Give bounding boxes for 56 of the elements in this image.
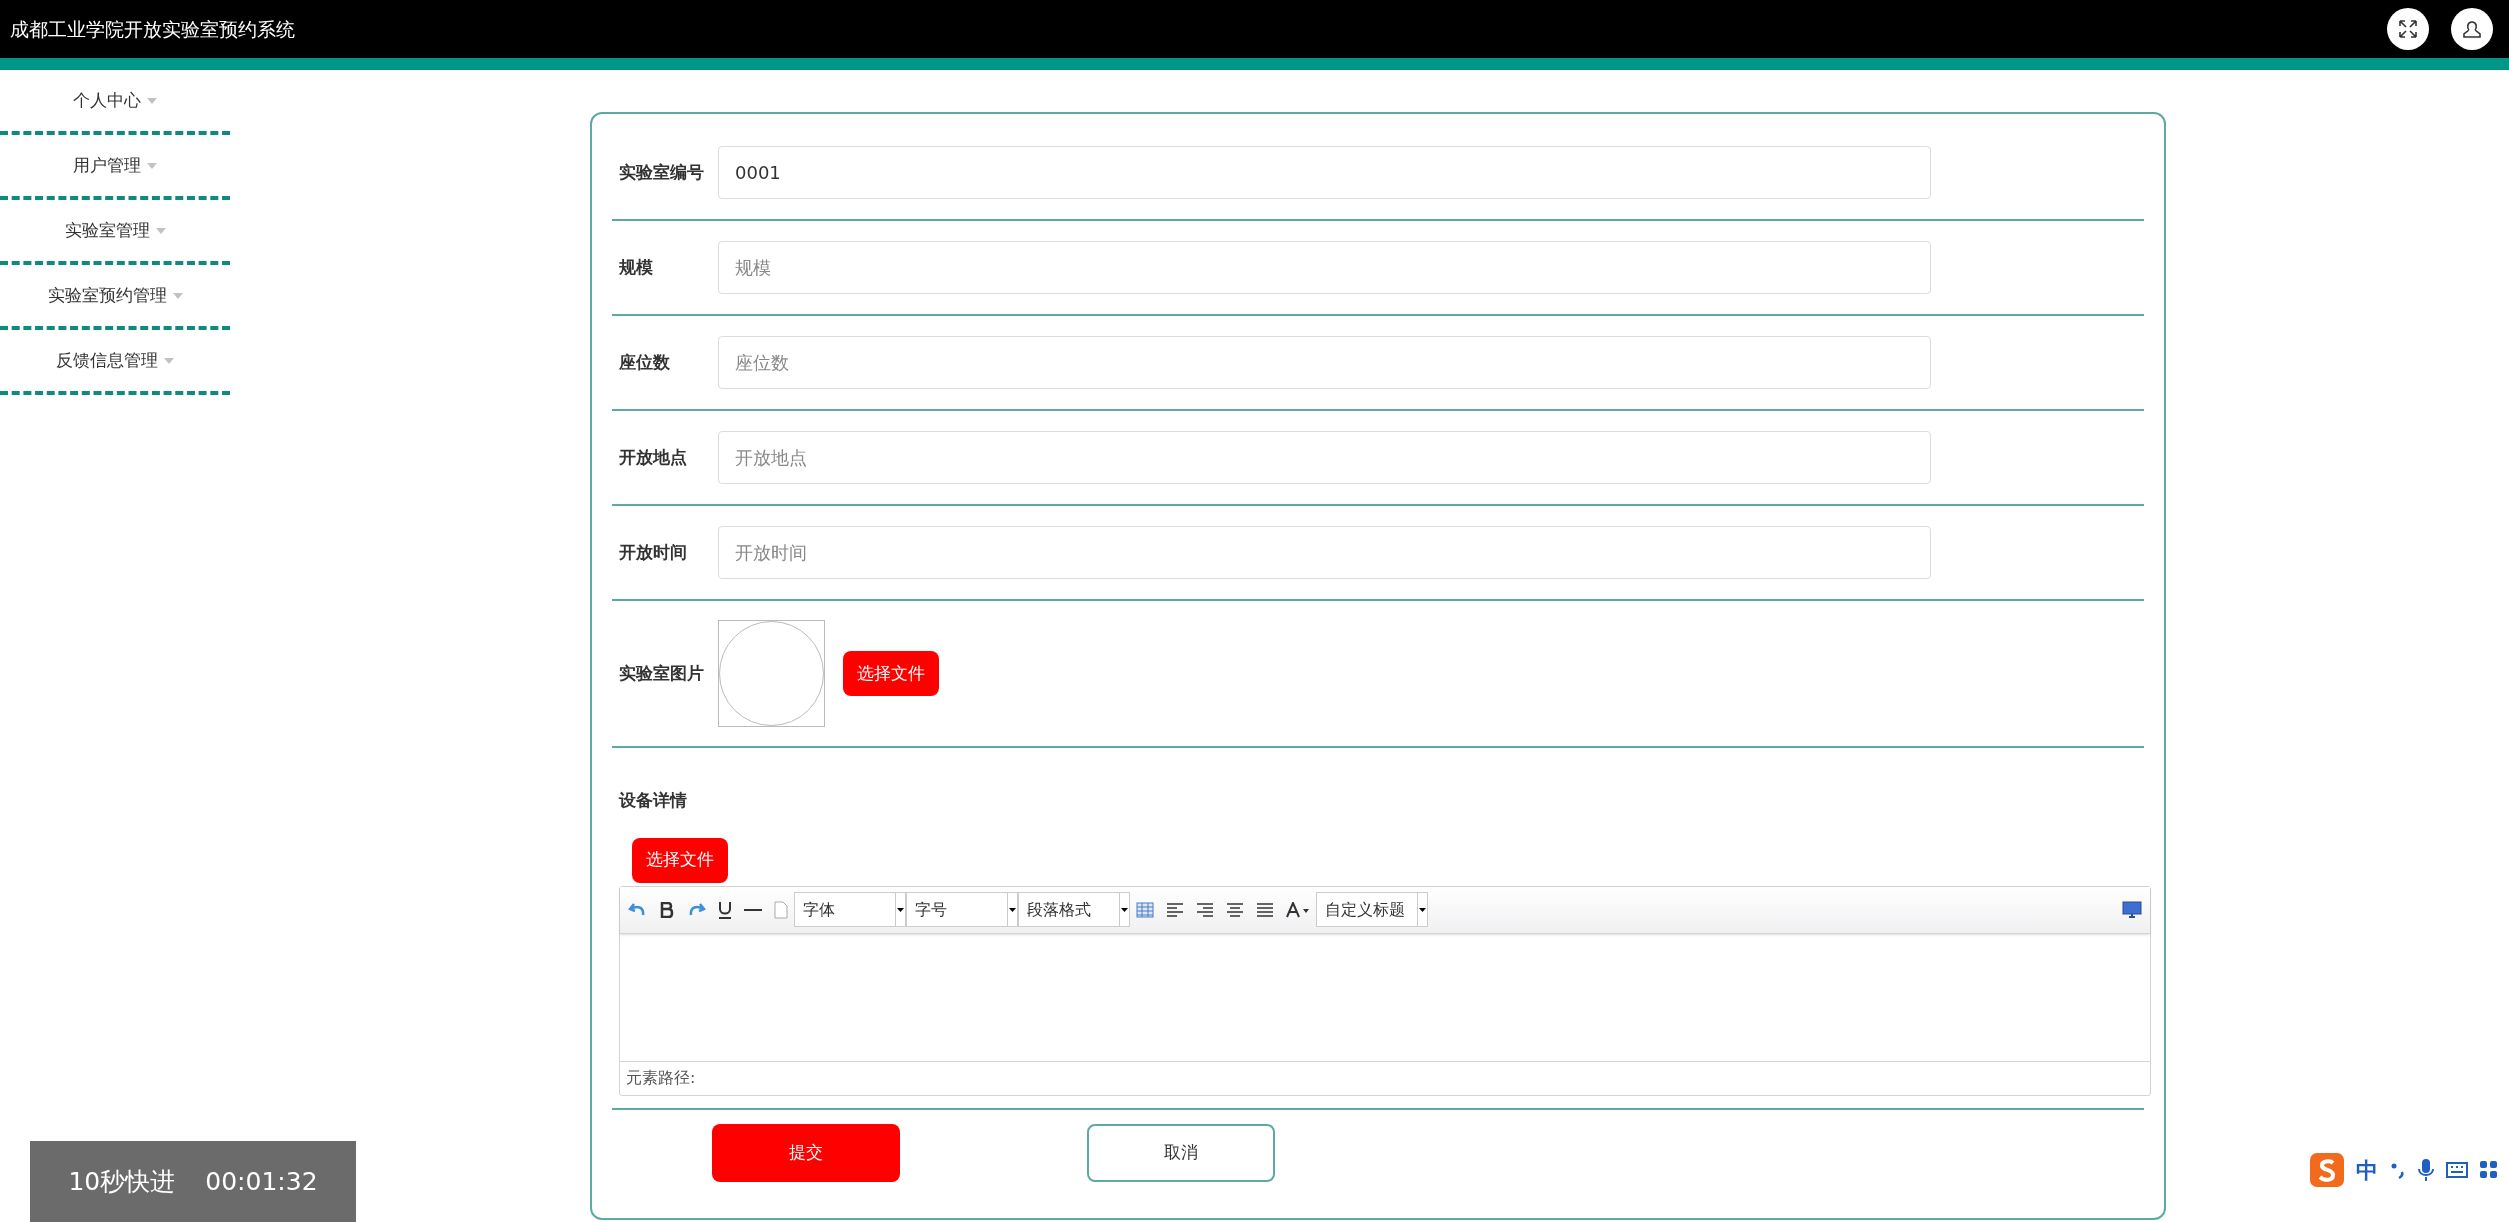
align-justify-icon[interactable]	[1256, 901, 1274, 918]
font-color-icon[interactable]	[1286, 901, 1310, 918]
sidebar-menu-item[interactable]: 个人中心	[73, 87, 157, 114]
field-label: 开放时间	[618, 540, 688, 564]
editor-dropdown[interactable]: 自定义标题	[1316, 892, 1428, 927]
caret-icon	[155, 227, 166, 234]
field-label: 规模	[618, 255, 654, 279]
caret-icon	[1121, 907, 1128, 912]
caret-icon	[164, 357, 174, 364]
text-input-field[interactable]: 0001	[718, 146, 1931, 199]
editor-dropdown[interactable]: 字号	[906, 892, 1018, 927]
sidebar-menu-item[interactable]: 实验室预约管理	[47, 282, 183, 309]
align-left-icon[interactable]	[1166, 901, 1184, 918]
caret-icon	[147, 97, 157, 104]
align-center-icon[interactable]	[1226, 901, 1244, 918]
field-label: 实验室编号	[618, 160, 705, 184]
bold-icon[interactable]	[660, 901, 674, 918]
field-label: 开放地点	[618, 445, 688, 469]
sidebar-menu-item[interactable]: 实验室管理	[64, 217, 166, 244]
caret-icon	[147, 162, 157, 169]
caret-icon	[1009, 907, 1016, 912]
text-input-field[interactable]: 座位数	[718, 336, 1931, 389]
sidebar-menu-item[interactable]: 用户管理	[73, 152, 157, 179]
choose-file-button[interactable]: 选择文件	[632, 837, 728, 883]
field-label: 实验室图片	[618, 661, 705, 685]
cancel-button[interactable]: 取消	[1087, 1123, 1275, 1182]
editor-dropdown[interactable]: 段落格式	[1018, 892, 1130, 927]
choose-file-button[interactable]: 选择文件	[843, 651, 939, 696]
caret-icon	[1419, 907, 1426, 912]
sidebar-menu-item[interactable]: 反馈信息管理	[56, 347, 174, 374]
microphone-icon[interactable]	[2418, 1158, 2434, 1182]
field-label: 设备详情	[619, 790, 687, 810]
app-title: 成都工业学院开放实验室预约系统	[10, 16, 295, 42]
text-input-field[interactable]: 开放时间	[718, 526, 1931, 579]
editor-dropdown[interactable]: 字体	[794, 892, 906, 927]
fullscreen-button[interactable]	[2387, 8, 2429, 50]
table-icon[interactable]	[1136, 901, 1154, 918]
playback-time: 00:01:32	[205, 1165, 318, 1198]
caret-icon	[897, 907, 904, 912]
horizontal-rule-icon[interactable]	[744, 907, 762, 912]
submit-button[interactable]: 提交	[712, 1123, 900, 1182]
skip-forward-label[interactable]: 10秒快进	[68, 1162, 176, 1201]
keyboard-icon[interactable]	[2446, 1162, 2468, 1178]
fullscreen-icon	[2398, 19, 2418, 39]
caret-icon	[172, 292, 183, 299]
align-right-icon[interactable]	[1196, 901, 1214, 918]
underline-icon[interactable]	[718, 900, 732, 919]
field-label: 座位数	[618, 350, 671, 374]
monitor-icon[interactable]	[2122, 900, 2142, 919]
text-input-field[interactable]: 开放地点	[718, 431, 1931, 484]
user-button[interactable]	[2451, 8, 2493, 50]
input-mode-label[interactable]: 中	[2356, 1153, 2378, 1187]
element-path-label: 元素路径:	[626, 1067, 696, 1089]
grid-menu-icon[interactable]	[2480, 1161, 2498, 1179]
text-input-field[interactable]: 规模	[718, 241, 1931, 294]
user-icon	[2462, 19, 2482, 39]
